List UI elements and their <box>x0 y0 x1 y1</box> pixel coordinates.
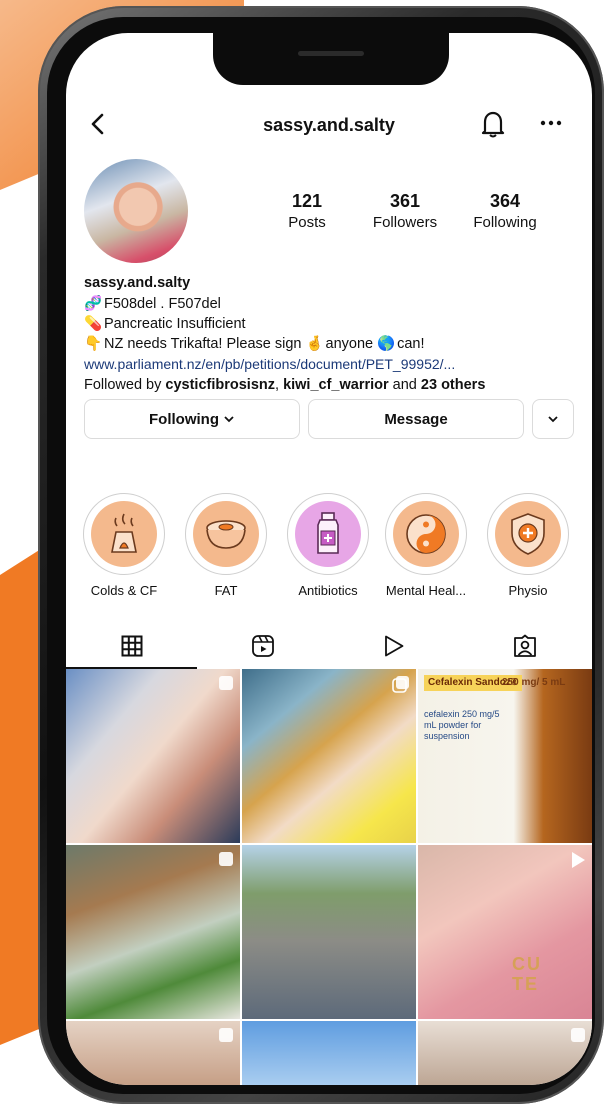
post-thumbnail[interactable]: Cefalexin Sandoz® 250 mg/ 5 mL cefalexin… <box>418 669 592 843</box>
speaker-slot <box>298 51 364 56</box>
post-thumbnail[interactable] <box>66 845 240 1019</box>
chevron-down-icon <box>548 416 558 423</box>
post-thumbnail[interactable]: CU TE <box>418 845 592 1019</box>
post-thumbnail[interactable] <box>242 845 416 1019</box>
highlight-ring <box>487 493 569 575</box>
more-horizontal-icon <box>540 120 562 126</box>
tab-tagged[interactable] <box>459 623 590 669</box>
followed-by[interactable]: Followed by cysticfibrosisnz, kiwi_cf_wa… <box>84 377 589 393</box>
highlight-ring <box>83 493 165 575</box>
bell-icon <box>481 111 505 138</box>
post-thumbnail[interactable] <box>66 1021 240 1085</box>
tab-reels[interactable] <box>197 623 328 669</box>
tagged-user-icon <box>513 634 536 657</box>
carousel-icon <box>219 676 233 690</box>
bio-name: sassy.and.salty <box>84 275 589 291</box>
highlight-cover <box>393 501 459 567</box>
carousel-icon <box>219 1028 233 1042</box>
carousel-icon <box>571 1028 585 1042</box>
post-text: TE <box>512 974 540 994</box>
following-count[interactable]: 364 Following <box>460 191 550 231</box>
message-button-label: Message <box>384 410 448 428</box>
bio-line-petition: 👇 NZ needs Trikafta! Please sign 🤞 anyone … <box>84 335 589 352</box>
highlight-colds-cf[interactable]: Colds & CF <box>76 493 172 598</box>
followed-by-prefix: Followed by <box>84 377 162 393</box>
followed-by-user: kiwi_cf_warrior <box>283 377 389 393</box>
following-button[interactable]: Following <box>84 399 300 439</box>
video-play-icon <box>572 852 585 868</box>
post-thumbnail[interactable] <box>66 669 240 843</box>
yin-yang-icon <box>406 514 446 554</box>
point-down-icon: 👇 <box>84 336 103 352</box>
chevron-down-icon <box>224 416 234 423</box>
play-icon <box>384 635 403 657</box>
more-options-button[interactable] <box>536 111 566 135</box>
bio-line-text: NZ needs Trikafta! Please sign <box>104 336 302 352</box>
avatar[interactable] <box>84 159 188 263</box>
crossed-fingers-icon: 🤞 <box>305 336 324 352</box>
stat-value: 364 <box>489 191 521 211</box>
posts-count[interactable]: 121 Posts <box>272 191 342 231</box>
highlight-cover <box>193 501 259 567</box>
post-text: cefalexin 250 mg/5 mL powder for suspens… <box>424 709 500 741</box>
post-text: CU <box>512 954 542 974</box>
message-button[interactable]: Message <box>308 399 524 439</box>
notifications-button[interactable] <box>478 107 508 141</box>
stat-value: 121 <box>291 191 323 211</box>
pill-icon: 💊 <box>84 316 103 332</box>
bio-line-text: can! <box>397 336 425 352</box>
post-text: 250 mg/ 5 mL <box>502 677 566 688</box>
carousel-icon <box>219 852 233 866</box>
highlight-ring <box>385 493 467 575</box>
stat-value: 361 <box>389 191 421 211</box>
highlight-label: Mental Heal... <box>385 583 467 598</box>
stat-label: Followers <box>372 214 438 231</box>
bio-line-text: anyone <box>325 336 374 352</box>
dna-icon: 🧬 <box>84 296 103 312</box>
medicine-bottle-icon <box>317 512 339 554</box>
highlight-cover <box>91 501 157 567</box>
reels-icon <box>251 635 274 657</box>
highlight-label: Antibiotics <box>298 583 358 598</box>
highlight-label: FAT <box>214 583 238 598</box>
post-thumbnail[interactable] <box>418 1021 592 1085</box>
highlight-ring <box>287 493 369 575</box>
followed-by-user: cysticfibrosisnz <box>165 377 275 393</box>
bio-line-text: F508del . F507del <box>104 296 221 312</box>
bio-link[interactable]: www.parliament.nz/en/pb/petitions/docume… <box>84 356 589 372</box>
post-thumbnail[interactable] <box>242 669 416 843</box>
diffuser-icon <box>111 513 137 553</box>
globe-icon: 🌎 <box>377 336 396 352</box>
highlight-cover <box>295 501 361 567</box>
bio-line-pancreatic: 💊 Pancreatic Insufficient <box>84 315 589 332</box>
phone-screen: sassy.and.salty 121 Posts 361 Followers … <box>66 33 592 1085</box>
bio-line-text: Pancreatic Insufficient <box>104 316 246 332</box>
bowl-icon <box>206 520 246 549</box>
stat-label: Posts <box>288 214 326 231</box>
highlight-mental-health[interactable]: Mental Heal... <box>378 493 474 598</box>
tab-grid[interactable] <box>66 623 197 669</box>
shield-cross-icon <box>511 513 545 555</box>
highlight-ring <box>185 493 267 575</box>
stat-label: Following <box>473 214 537 231</box>
bio-name-text: sassy.and.salty <box>84 275 191 291</box>
followed-by-others: 23 others <box>420 377 486 393</box>
followers-count[interactable]: 361 Followers <box>362 191 448 231</box>
highlight-cover <box>495 501 561 567</box>
bio-line-genetics: 🧬 F508del . F507del <box>84 295 589 312</box>
carousel-icon <box>392 676 409 693</box>
followed-by-and: and <box>392 377 417 393</box>
highlight-physio[interactable]: Physio <box>480 493 576 598</box>
tab-videos[interactable] <box>328 623 459 669</box>
profile-username-title: sassy.and.salty <box>263 115 395 135</box>
highlight-antibiotics[interactable]: Antibiotics <box>280 493 376 598</box>
grid-icon <box>121 635 142 657</box>
highlight-label: Physio <box>508 583 548 598</box>
highlight-fat[interactable]: FAT <box>178 493 274 598</box>
following-button-label: Following <box>149 410 219 428</box>
suggested-accounts-button[interactable] <box>532 399 574 439</box>
phone-notch <box>213 33 449 85</box>
post-thumbnail[interactable] <box>242 1021 416 1085</box>
highlight-label: Colds & CF <box>90 583 158 598</box>
